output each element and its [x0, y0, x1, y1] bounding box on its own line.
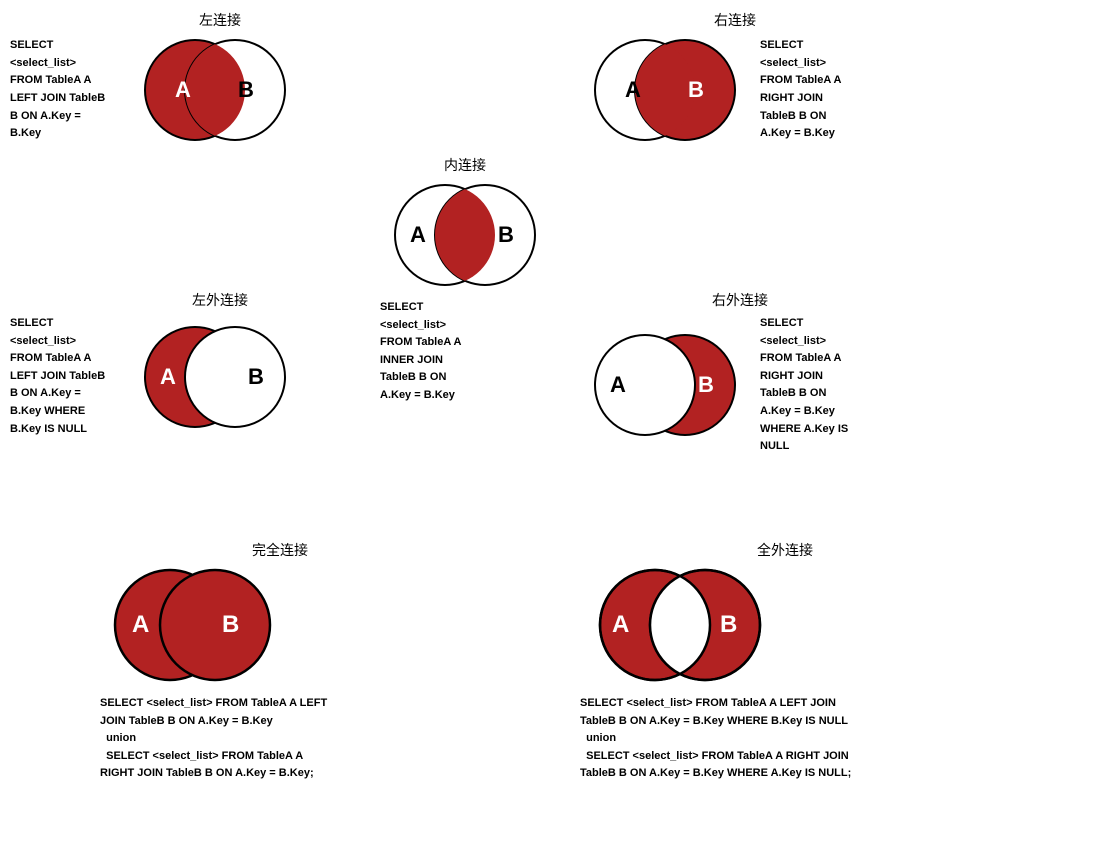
- inner-join-diagram: A B: [380, 180, 550, 290]
- inner-join-code: SELECT <select_list> FROM TableA A INNER…: [380, 299, 550, 405]
- right-join-code: SELECT <select_list> FROM TableA A RIGHT…: [760, 37, 880, 143]
- right-outer-join-title: 右外连接: [590, 290, 890, 310]
- inner-join-section: 内连接 A B SELECT <select_list> FROM TableA…: [380, 155, 550, 405]
- svg-text:B: B: [720, 611, 737, 638]
- svg-text:B: B: [698, 372, 714, 397]
- svg-text:B: B: [238, 77, 254, 102]
- page-container: 左连接 SELECT <select_list> FROM TableA A L…: [0, 0, 1108, 866]
- left-outer-join-title: 左外连接: [140, 290, 300, 310]
- full-join-diagram: A B: [100, 565, 280, 685]
- svg-text:B: B: [688, 77, 704, 102]
- svg-text:A: A: [175, 77, 191, 102]
- svg-text:A: A: [160, 364, 176, 389]
- left-join-code: SELECT <select_list> FROM TableA A LEFT …: [10, 37, 120, 143]
- left-outer-join-diagram: A B: [130, 322, 300, 432]
- svg-text:A: A: [410, 222, 426, 247]
- left-join-section: 左连接 SELECT <select_list> FROM TableA A L…: [10, 10, 300, 145]
- svg-text:B: B: [498, 222, 514, 247]
- full-outer-join-title: 全外连接: [590, 540, 980, 560]
- svg-text:B: B: [248, 364, 264, 389]
- right-outer-join-section: 右外连接 A B SELECT <select_list> FROM Table…: [580, 290, 890, 456]
- svg-text:A: A: [612, 611, 629, 638]
- full-outer-join-code: SELECT <select_list> FROM TableA A LEFT …: [580, 695, 980, 783]
- full-join-code: SELECT <select_list> FROM TableA A LEFT …: [100, 695, 460, 783]
- svg-text:A: A: [132, 611, 149, 638]
- right-join-section: 右连接 A B: [580, 10, 880, 145]
- right-outer-join-code: SELECT <select_list> FROM TableA A RIGHT…: [760, 315, 890, 456]
- svg-text:B: B: [222, 611, 239, 638]
- full-outer-join-diagram: A B: [580, 565, 780, 685]
- left-join-diagram: A B: [130, 35, 300, 145]
- full-outer-join-section: 全外连接: [580, 540, 980, 783]
- right-outer-join-diagram: A B: [580, 330, 750, 440]
- svg-text:A: A: [625, 77, 641, 102]
- svg-text:A: A: [610, 372, 626, 397]
- left-outer-join-code: SELECT <select_list> FROM TableA A LEFT …: [10, 315, 120, 438]
- full-join-section: 完全连接 A B SELECT <select_list> FROM Table…: [100, 540, 460, 783]
- left-outer-join-section: 左外连接 SELECT <select_list> FROM TableA A …: [10, 290, 300, 438]
- left-join-title: 左连接: [140, 10, 300, 30]
- right-join-diagram: A B: [580, 35, 750, 145]
- inner-join-title: 内连接: [380, 155, 550, 175]
- full-join-title: 完全连接: [100, 540, 460, 560]
- right-join-title: 右连接: [590, 10, 880, 30]
